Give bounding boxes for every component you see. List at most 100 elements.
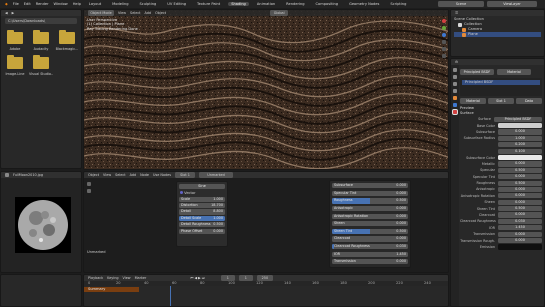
- viewport-object-menu[interactable]: Object: [155, 11, 166, 15]
- file-item[interactable]: Image-Line: [3, 55, 27, 76]
- image-editor-icon[interactable]: [5, 173, 9, 177]
- property-value-field[interactable]: 0.030: [498, 218, 542, 225]
- file-item[interactable]: Adobe: [3, 30, 27, 51]
- property-value-field[interactable]: 0.200: [498, 142, 542, 148]
- select-tool-icon[interactable]: [87, 182, 91, 186]
- bsdf-value-field[interactable]: Anisotropic 0.000: [332, 205, 408, 212]
- material-slot-list[interactable]: Principled BSDF: [460, 78, 542, 96]
- bsdf-value-field[interactable]: Sheen Tint 0.500: [332, 228, 408, 234]
- pan-icon[interactable]: [442, 47, 446, 51]
- slot-tab[interactable]: Slot 1: [488, 98, 514, 104]
- slot-selector[interactable]: Slot 1: [175, 172, 196, 178]
- property-value-field[interactable]: 0.100: [498, 148, 542, 154]
- viewport-add-menu[interactable]: Add: [145, 11, 152, 15]
- property-value-field[interactable]: 0.000: [498, 212, 542, 218]
- popup-value-field[interactable]: Detail Roughness 0.500: [179, 222, 225, 228]
- object-tab-icon[interactable]: [453, 96, 457, 100]
- surface-shader-field[interactable]: Principled BSDF: [494, 116, 542, 122]
- popup-value-field[interactable]: Detail 8.800: [179, 209, 225, 215]
- shader-node-menu[interactable]: Node: [140, 173, 149, 177]
- modifier-tab-icon[interactable]: [453, 103, 457, 107]
- property-value-field[interactable]: 0.500: [498, 180, 542, 186]
- y-axis-icon[interactable]: [442, 26, 446, 30]
- marker-menu[interactable]: Marker: [135, 276, 147, 280]
- bsdf-value-field[interactable]: IOR 1.450: [332, 251, 408, 257]
- camera-icon[interactable]: [442, 54, 446, 58]
- keying-menu[interactable]: Keying: [107, 276, 118, 280]
- output-tab-icon[interactable]: [453, 82, 457, 86]
- viewport-select-menu[interactable]: Select: [130, 11, 140, 15]
- tab-geometry-nodes[interactable]: Geometry Nodes: [346, 2, 382, 6]
- material-tab-icon[interactable]: [452, 109, 458, 115]
- property-value-field[interactable]: 0.000: [498, 161, 542, 167]
- tab-texture-paint[interactable]: Texture Paint: [194, 2, 223, 6]
- property-value-field[interactable]: 0.000: [498, 129, 542, 135]
- property-value-field[interactable]: 0.000: [498, 199, 542, 205]
- tab-animation[interactable]: Animation: [254, 2, 278, 6]
- bsdf-value-field[interactable]: Clearcoat Roughness 0.030: [332, 243, 408, 250]
- property-value-field[interactable]: [498, 244, 542, 250]
- menu-edit[interactable]: Edit: [24, 2, 31, 6]
- data-tab[interactable]: Data: [516, 98, 542, 104]
- x-axis-icon[interactable]: [442, 19, 446, 23]
- shader-object-menu[interactable]: Object: [88, 173, 99, 177]
- use-nodes-checkbox[interactable]: Use Nodes: [153, 173, 171, 177]
- bsdf-value-field[interactable]: Specular Tint 0.000: [332, 190, 408, 196]
- render-tab-icon[interactable]: [453, 75, 457, 79]
- property-value-field[interactable]: 0.000: [498, 174, 542, 180]
- viewport-view-menu[interactable]: View: [118, 11, 126, 15]
- property-value-field[interactable]: [498, 154, 542, 161]
- property-value-field[interactable]: 0.000: [498, 193, 542, 199]
- popup-value-field[interactable]: Detail Scale 1.000: [179, 215, 225, 221]
- bsdf-value-field[interactable]: Roughness 0.500: [332, 198, 408, 204]
- menu-file[interactable]: File: [13, 2, 19, 6]
- annotate-tool-icon[interactable]: [87, 189, 91, 193]
- property-value-field[interactable]: 0.500: [498, 167, 542, 173]
- bsdf-value-field[interactable]: Subsurface 0.000: [332, 183, 408, 189]
- popup-value-field[interactable]: Phase Offset 0.000: [179, 228, 225, 234]
- tab-rendering[interactable]: Rendering: [283, 2, 307, 6]
- material-mode-field[interactable]: Material: [497, 69, 531, 75]
- tab-shading[interactable]: Shading: [228, 2, 249, 6]
- 3d-viewport[interactable]: Object Mode View Select Add Object Globa…: [83, 9, 449, 170]
- z-axis-icon[interactable]: [442, 33, 446, 37]
- shader-select-menu[interactable]: Select: [115, 173, 125, 177]
- blender-logo-icon[interactable]: ◆: [5, 2, 8, 6]
- tab-sculpting[interactable]: Sculpting: [137, 2, 160, 6]
- property-value-field[interactable]: 1.000: [498, 135, 542, 141]
- shader-editor[interactable]: Object View Select Add Node Use Nodes Sl…: [83, 171, 449, 273]
- image-canvas[interactable]: [1, 178, 81, 272]
- scene-tab-icon[interactable]: [453, 89, 457, 93]
- property-value-field[interactable]: 0.000: [498, 238, 542, 244]
- outliner-item[interactable]: Plane: [454, 32, 541, 37]
- transform-orientation[interactable]: Global: [270, 10, 289, 16]
- menu-window[interactable]: Window: [54, 2, 68, 6]
- property-value-field[interactable]: 0.000: [498, 231, 542, 237]
- menu-help[interactable]: Help: [73, 2, 81, 6]
- material-tab[interactable]: Material: [460, 98, 486, 104]
- popup-value-field[interactable]: Distortion 18.700: [179, 202, 225, 209]
- menu-render[interactable]: Render: [36, 2, 49, 6]
- property-value-field[interactable]: 0.000: [498, 186, 542, 193]
- playback-menu[interactable]: Playback: [88, 276, 103, 280]
- material-slot[interactable]: Principled BSDF: [462, 80, 540, 85]
- tab-compositing[interactable]: Compositing: [313, 2, 342, 6]
- file-item[interactable]: Blackmagic...: [55, 30, 79, 51]
- wave-profile-dropdown[interactable]: Sine: [179, 184, 225, 189]
- shader-view-menu[interactable]: View: [103, 173, 111, 177]
- bsdf-value-field[interactable]: Sheen 0.000: [332, 221, 408, 227]
- timeline-tracks[interactable]: Summary: [84, 286, 448, 306]
- property-value-field[interactable]: [498, 122, 542, 129]
- back-arrow-icon[interactable]: ◀: [5, 11, 8, 15]
- principled-bsdf-node[interactable]: Subsurface 0.000 Specular Tint 0.000 Roughne…: [329, 180, 411, 268]
- file-item[interactable]: Visual Studio...: [29, 55, 53, 76]
- timeline-view-menu[interactable]: View: [123, 276, 131, 280]
- popup-value-field[interactable]: Scale 1.000: [179, 196, 225, 202]
- shader-add-menu[interactable]: Add: [130, 173, 137, 177]
- zoom-icon[interactable]: [442, 40, 446, 44]
- play-controls[interactable]: ⏮ ◀ ▶ ⏭: [190, 276, 205, 280]
- tab-uv-editing[interactable]: UV Editing: [164, 2, 189, 6]
- tool-tab-icon[interactable]: [453, 68, 457, 72]
- property-value-field[interactable]: 1.450: [498, 225, 542, 231]
- bsdf-value-field[interactable]: Anisotropic Rotation 0.000: [332, 213, 408, 219]
